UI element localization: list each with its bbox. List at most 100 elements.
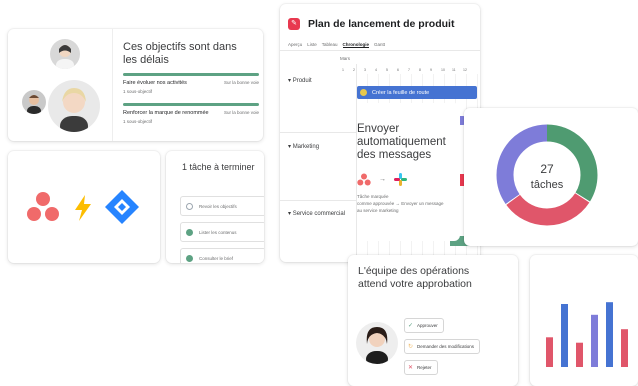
donut-card: 27 tâches [464, 108, 638, 246]
goal-sub: 1 sous-objectif [123, 119, 153, 124]
day-label: 7 [408, 68, 410, 72]
donut-center-value: 27 [540, 162, 554, 176]
task-label: Revoir les objectifs [199, 203, 237, 209]
tab-list[interactable]: Liste [307, 42, 317, 48]
automation-description: Tâche marquée comme approuvée → Envoyer … [357, 193, 444, 214]
goal-sub: 1 sous-objectif [123, 89, 153, 94]
section-label: Service commercial [292, 211, 346, 217]
bar-3 [576, 342, 583, 367]
task-row[interactable]: Consulter le brief [180, 248, 264, 263]
close-icon: ✕ [408, 365, 414, 371]
divider [280, 200, 356, 201]
automation-line: Envoyer [357, 123, 400, 135]
task-row[interactable]: Revoir les objectifs [180, 196, 264, 216]
bar-chart [546, 302, 628, 367]
asana-logo-icon [27, 192, 59, 221]
approval-card: L'équipe des opérations attend votre app… [348, 255, 518, 386]
avatar [22, 90, 46, 114]
bar-2 [561, 304, 568, 367]
tab-gantt[interactable]: Gantt [374, 42, 385, 48]
slack-logo-icon [394, 173, 407, 186]
day-label: 6 [397, 68, 399, 72]
section-label: Marketing [292, 144, 320, 150]
goals-panel: Ces objectifs sont dans les délais Faire… [112, 29, 263, 141]
avatar [48, 80, 100, 132]
section-label: Produit [292, 78, 312, 84]
automation-desc-line: Tâche marquée [357, 194, 389, 199]
task-label: Lister les contenus [199, 229, 237, 235]
goals-title: Ces objectifs sont dans les délais [123, 41, 237, 66]
section-sales[interactable]: ▾ Service commercial [288, 210, 348, 218]
project-title: Plan de lancement de produit [308, 18, 455, 30]
task-donut-chart: 27 tâches [496, 124, 598, 226]
automation-desc-line: au service marketing [357, 208, 399, 213]
tab-overview[interactable]: Aperçu [288, 42, 302, 48]
day-label: 12 [463, 68, 467, 72]
bar-1 [546, 337, 553, 367]
goal-progress-bar [123, 73, 259, 76]
project-icon: ✎ [288, 18, 300, 30]
project-tabs: Aperçu Liste Tableau Chronologie Gantt [288, 42, 385, 48]
automation-desc-line: comme approuvée → Envoyer un message [357, 201, 444, 206]
automation-line: des messages [357, 149, 432, 161]
avatar-group [8, 29, 108, 141]
avatar [356, 322, 398, 364]
goals-card: Ces objectifs sont dans les délais Faire… [8, 29, 263, 141]
bar-5 [606, 302, 613, 367]
check-circle-icon[interactable] [186, 254, 193, 262]
tab-timeline[interactable]: Chronologie [342, 42, 370, 48]
request-changes-button[interactable]: ↻ Demander des modifications [404, 339, 481, 354]
automation-line: automatiquement [357, 136, 446, 148]
check-icon: ✓ [408, 323, 414, 329]
avatar [50, 39, 80, 69]
task-bar-label: Créer la feuille de route [372, 89, 430, 96]
approval-heading: L'équipe des opérations attend votre app… [358, 265, 472, 291]
section-marketing[interactable]: ▾ Marketing [288, 143, 319, 151]
goal-item[interactable]: Faire évoluer nos activités 1 sous-objec… [123, 73, 259, 94]
reject-label: Rejeter [417, 365, 432, 370]
day-label: 4 [375, 68, 377, 72]
day-label: 10 [441, 68, 445, 72]
donut-center-label: tâches [531, 179, 564, 191]
bar-chart-card [530, 255, 638, 386]
asana-logo-icon [357, 173, 371, 186]
checkbox-icon[interactable] [186, 202, 193, 210]
task-label: Consulter le brief [199, 255, 234, 261]
day-label: 8 [419, 68, 421, 72]
task-row[interactable]: Lister les contenus [180, 222, 264, 242]
approve-label: Approuver [417, 323, 438, 328]
timeline-task-bar[interactable]: Créer la feuille de route [357, 86, 477, 99]
approval-line: L'équipe des opérations [358, 265, 470, 277]
tab-board[interactable]: Tableau [322, 42, 338, 48]
request-changes-label: Demander des modifications [417, 344, 475, 349]
approval-line: attend votre approbation [358, 278, 472, 290]
section-product[interactable]: ▾ Produit [288, 77, 312, 85]
goal-status: Sur la bonne voie [223, 80, 259, 85]
day-label: 9 [430, 68, 432, 72]
project-header: ✎ Plan de lancement de produit [288, 18, 454, 30]
automation-icons: → [357, 173, 407, 186]
goal-progress-bar [123, 103, 259, 106]
divider [280, 132, 356, 133]
arrow-right-icon: → [379, 176, 386, 183]
check-circle-icon[interactable] [186, 228, 193, 236]
bar-4 [591, 314, 598, 367]
day-label: 11 [452, 68, 456, 72]
tasks-card: 1 tâche à terminer Revoir les objectifs … [166, 151, 264, 263]
approve-button[interactable]: ✓ Approuver [404, 318, 444, 333]
reject-button[interactable]: ✕ Rejeter [404, 360, 438, 375]
integrations-card [8, 151, 160, 263]
assignee-avatar [360, 89, 367, 96]
bar-6 [621, 329, 628, 367]
automation-card: Envoyer automatiquement des messages → T… [357, 103, 460, 241]
tasks-title: 1 tâche à terminer [182, 162, 255, 172]
automation-heading: Envoyer automatiquement des messages [357, 123, 446, 162]
lightning-icon [75, 195, 91, 221]
timeline-month: Mars [340, 56, 350, 61]
refresh-icon: ↻ [408, 344, 414, 350]
day-label: 5 [386, 68, 388, 72]
goal-item[interactable]: Renforcer la marque de renommée 1 sous-o… [123, 103, 259, 124]
day-label: 3 [364, 68, 366, 72]
day-label: 2 [353, 68, 355, 72]
timeline-header [280, 50, 480, 51]
